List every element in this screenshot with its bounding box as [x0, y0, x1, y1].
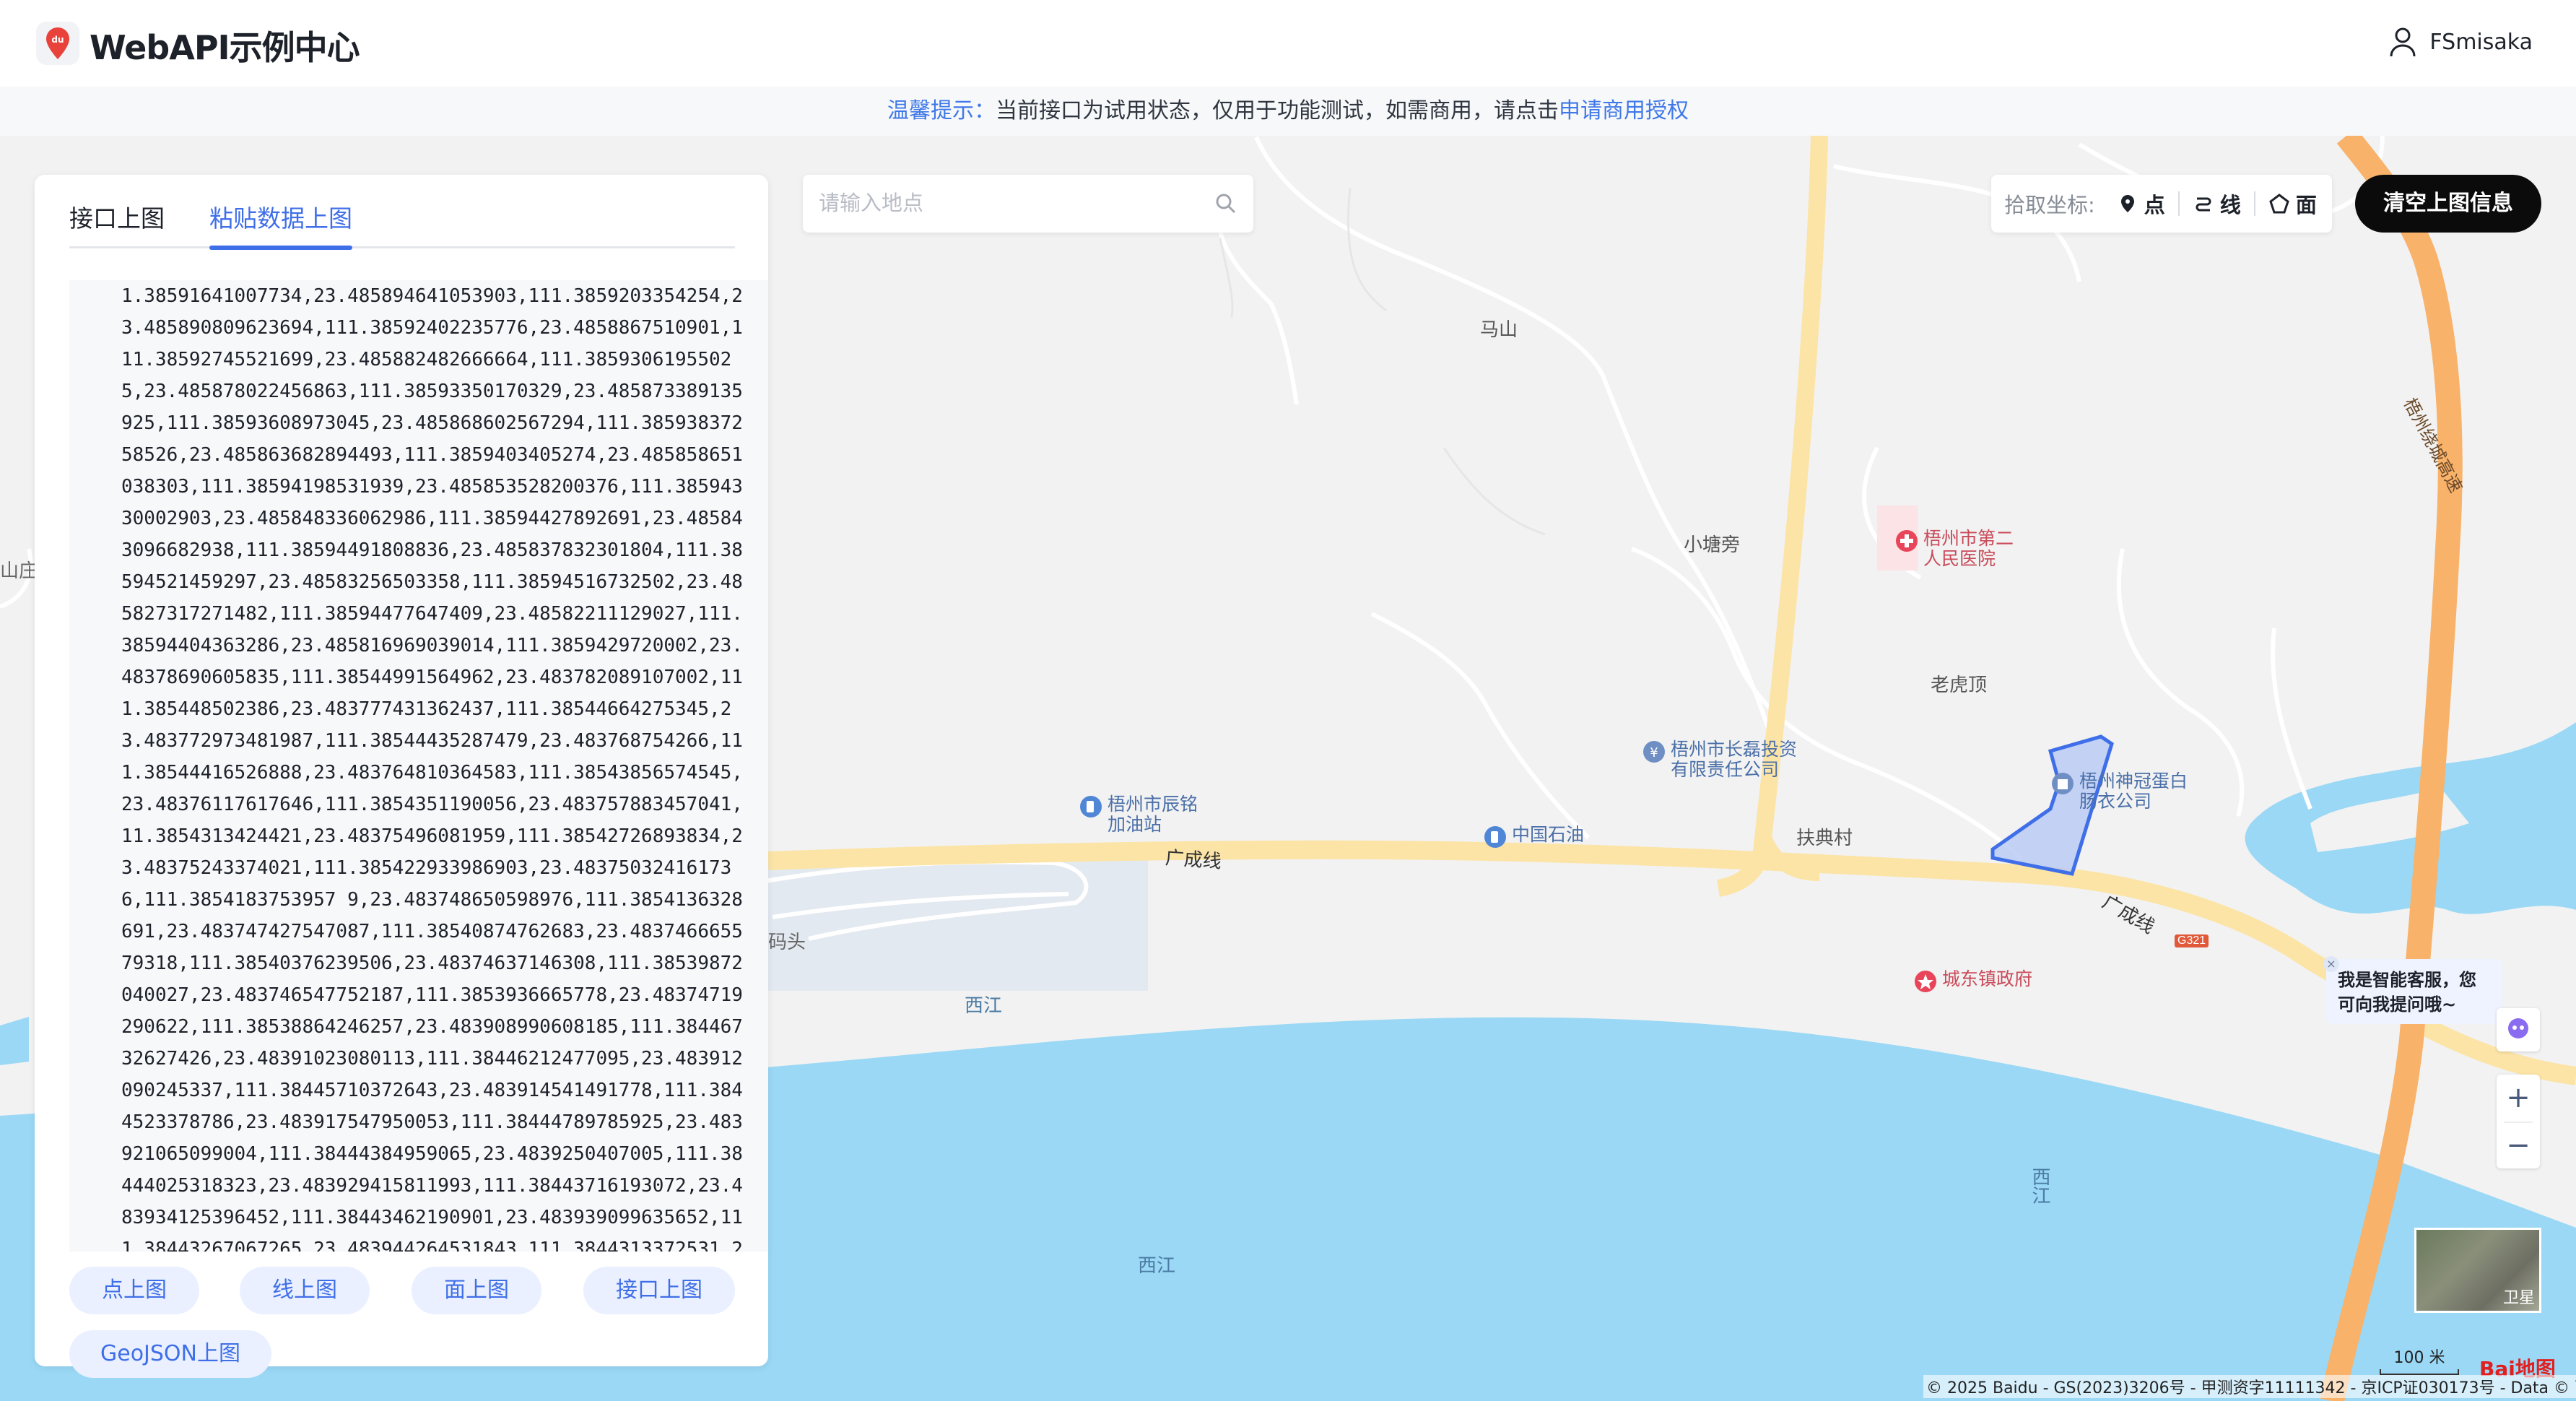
map-scale: 100 米 — [2380, 1345, 2459, 1375]
poi-label: 城东镇政府 — [1942, 968, 2033, 989]
map-label-guangchengxian: 广成线 — [1164, 846, 1222, 872]
polygon-upload-button[interactable]: 面上图 — [412, 1267, 541, 1314]
map-label-g321: G321 — [2175, 934, 2209, 947]
place-search-box — [803, 175, 1253, 233]
smart-service-bubble[interactable]: 我是智能客服，您可向我提问哦~ — [2326, 959, 2502, 1024]
gas-station-icon — [1080, 796, 1102, 817]
zoom-in-button[interactable]: + — [2497, 1075, 2540, 1122]
hospital-icon — [1896, 530, 1918, 552]
user-menu[interactable]: FSmisaka — [2389, 26, 2533, 58]
pick-point-label: 点 — [2144, 193, 2165, 217]
map-label-xijiang: 西江 — [1138, 1254, 1176, 1276]
poi-label: 梧州市第二 人民医院 — [1923, 528, 2014, 569]
svg-text:¥: ¥ — [1650, 745, 1658, 760]
svg-text:du: du — [51, 35, 64, 45]
notice-bar: 温馨提示：当前接口为试用状态，仅用于功能测试，如需商用，请点击申请商用授权 — [0, 87, 2576, 136]
chatbot-icon — [2508, 1018, 2528, 1038]
gas-station-icon — [1484, 826, 1506, 848]
clear-map-button[interactable]: 清空上图信息 — [2355, 175, 2541, 233]
map-label-laohuding: 老虎顶 — [1931, 674, 1988, 695]
poi-label: 梧州神冠蛋白 肠衣公司 — [2079, 771, 2188, 812]
smart-service-text: 我是智能客服，您可向我提问哦~ — [2338, 970, 2476, 1015]
notice-prefix: 温馨提示： — [887, 98, 996, 123]
location-pin-icon — [2120, 195, 2134, 212]
brand-title[interactable]: WebAPI示例中心 — [90, 22, 360, 69]
apply-license-link[interactable]: 申请商用授权 — [1559, 98, 1689, 123]
point-upload-button[interactable]: 点上图 — [69, 1267, 199, 1314]
poi-changlei[interactable]: ¥ 梧州市长磊投资 有限责任公司 — [1642, 739, 1797, 780]
map-label-mashan: 马山 — [1480, 318, 1518, 340]
tab-paste-data-upload[interactable]: 粘贴数据上图 — [209, 195, 352, 250]
poi-label: 梧州市长磊投资 有限责任公司 — [1671, 739, 1798, 780]
scale-label: 100 米 — [2393, 1349, 2445, 1367]
pick-polygon-label: 面 — [2295, 193, 2317, 217]
coordinate-data-textarea[interactable]: 1.38591641007734,23.485894641053903,111.… — [69, 280, 768, 1252]
poi-chenming[interactable]: 梧州市辰铭 加油站 — [1079, 794, 1198, 835]
finance-icon: ¥ — [1643, 741, 1665, 763]
polygon-icon — [2269, 194, 2289, 214]
poi-label: 梧州市辰铭 加油站 — [1108, 794, 1198, 835]
zoom-out-button[interactable]: − — [2497, 1123, 2540, 1168]
government-icon — [1915, 971, 1936, 992]
panel-tabs: 接口上图 粘贴数据上图 — [69, 195, 735, 250]
line-upload-button[interactable]: 线上图 — [240, 1267, 370, 1314]
poi-hospital[interactable]: 梧州市第二 人民医院 — [1894, 529, 2014, 569]
poi-zhongguo-shiyou[interactable]: 中国石油 — [1483, 825, 1584, 854]
poi-chengdong[interactable]: 城东镇政府 — [1913, 969, 2032, 998]
pick-line-label: 线 — [2219, 193, 2241, 217]
top-header: du WebAPI示例中心 FSmisaka — [0, 0, 2576, 87]
map-label-shanzhuang: 山庄 — [0, 560, 38, 581]
tab-interface-upload[interactable]: 接口上图 — [69, 195, 165, 246]
geojson-upload-button[interactable]: GeoJSON上图 — [69, 1330, 271, 1378]
pick-polygon-button[interactable]: 面 — [2255, 188, 2330, 219]
satellite-label: 卫星 — [2502, 1289, 2535, 1307]
zoom-control: + − — [2497, 1075, 2540, 1168]
poi-shenguan[interactable]: 梧州神冠蛋白 肠衣公司 — [2050, 771, 2188, 812]
user-icon — [2390, 27, 2416, 57]
pick-line-button[interactable]: 线 — [2180, 188, 2254, 219]
poi-label: 中国石油 — [1512, 824, 1585, 845]
close-icon[interactable]: × — [2323, 956, 2339, 972]
notice-text: 当前接口为试用状态，仅用于功能测试，如需商用，请点击 — [996, 98, 1559, 123]
search-icon[interactable] — [1214, 192, 1237, 215]
pick-coordinate-toolbar: 拾取坐标: 点 线 面 — [1991, 175, 2332, 233]
chatbot-button[interactable] — [2497, 1008, 2540, 1051]
data-panel: 接口上图 粘贴数据上图 1.38591641007734,23.48589464… — [35, 175, 768, 1378]
place-search-input[interactable] — [819, 186, 1194, 221]
pick-point-button[interactable]: 点 — [2104, 188, 2178, 219]
baidu-map-logo-icon[interactable]: du — [35, 20, 81, 66]
interface-upload-button[interactable]: 接口上图 — [583, 1267, 735, 1314]
pick-label: 拾取坐标: — [2004, 193, 2095, 217]
map-label-fudiancun: 扶典村 — [1796, 827, 1853, 849]
company-icon — [2052, 773, 2074, 794]
map-label-xijiang: 西江 — [965, 994, 1003, 1016]
map-label-xijiang: 西江 — [2029, 1167, 2051, 1205]
username: FSmisaka — [2429, 29, 2533, 55]
map-label-xiaotangpang: 小塘旁 — [1684, 534, 1741, 555]
map-label-matou: 码头 — [768, 931, 806, 953]
map-copyright: © 2025 Baidu - GS(2023)3206号 - 甲测资字11111… — [1923, 1375, 2576, 1398]
satellite-toggle[interactable]: 卫星 — [2414, 1228, 2541, 1313]
line-icon — [2196, 197, 2211, 212]
